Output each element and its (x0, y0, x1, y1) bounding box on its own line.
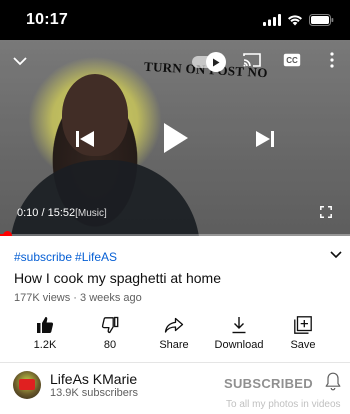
chevron-down-icon (330, 246, 342, 264)
save-label: Save (290, 339, 316, 351)
more-vertical-icon (330, 51, 334, 73)
chapter-label: [Music] (75, 208, 107, 219)
dislike-button[interactable]: 80 (80, 314, 140, 351)
minimize-button[interactable] (8, 52, 32, 72)
hashtags: #subscribe #LifeAS (14, 250, 120, 264)
download-button[interactable]: Download (209, 314, 269, 351)
avatar-badge (19, 379, 35, 390)
chevron-down-icon (13, 53, 27, 71)
thumbs-up-icon (36, 314, 54, 336)
download-label: Download (214, 339, 264, 351)
current-time: 0:10 (17, 207, 39, 219)
subscribed-button[interactable]: SUBSCRIBED (224, 376, 313, 391)
svg-text:CC: CC (286, 56, 298, 65)
save-playlist-icon (294, 314, 312, 336)
progress-scrubber[interactable] (3, 231, 12, 236)
dislike-count: 80 (103, 339, 117, 351)
signal-icon (263, 13, 281, 31)
wifi-icon (287, 13, 303, 31)
captions-button[interactable]: CC (280, 52, 304, 72)
channel-avatar[interactable] (13, 371, 41, 399)
share-button[interactable]: Share (144, 314, 204, 351)
autoplay-track (192, 52, 226, 72)
video-player[interactable]: TURN ON POST NO CC 0:10 / 15:52 [Music] (0, 40, 350, 236)
cast-icon (242, 52, 262, 73)
status-time: 10:17 (26, 11, 68, 28)
duration: 15:52 (47, 207, 76, 219)
channel-name[interactable]: LifeAs KMarie (50, 371, 137, 387)
video-title[interactable]: How I cook my spaghetti at home (14, 270, 221, 286)
time-separator: / (38, 207, 48, 219)
download-icon (231, 314, 247, 336)
like-count: 1.2K (33, 339, 57, 351)
autoplay-icon (206, 52, 226, 72)
fullscreen-icon (320, 205, 332, 223)
more-options-button[interactable] (322, 51, 342, 73)
hashtag-link[interactable]: #LifeAS (75, 250, 117, 264)
status-bar: 10:17 (0, 0, 350, 40)
time-display: 0:10 / 15:52 [Music] (17, 207, 107, 219)
like-button[interactable]: 1.2K (15, 314, 75, 351)
previous-video-button[interactable] (70, 126, 100, 156)
cc-icon: CC (283, 53, 301, 72)
progress-bar[interactable] (0, 234, 350, 236)
watermark-text: To all my photos in videos (226, 399, 341, 410)
bell-icon (325, 372, 341, 396)
action-bar: 1.2K 80 Share Download Save (0, 314, 350, 356)
cast-button[interactable] (240, 52, 264, 72)
hashtag-link[interactable]: #subscribe (14, 250, 72, 264)
thumbs-down-icon (101, 314, 119, 336)
autoplay-toggle[interactable] (191, 52, 226, 72)
subscriber-count: 13.9K subscribers (50, 387, 139, 399)
share-icon (164, 314, 184, 336)
play-icon (163, 122, 189, 159)
notifications-button[interactable] (323, 372, 343, 396)
expand-description-button[interactable] (328, 248, 344, 262)
play-button[interactable] (156, 118, 196, 162)
next-video-button[interactable] (250, 126, 280, 156)
video-meta: 177K views · 3 weeks ago (14, 292, 142, 304)
fullscreen-button[interactable] (316, 204, 336, 224)
skip-previous-icon (76, 130, 94, 152)
battery-icon (309, 13, 334, 31)
channel-row: LifeAs KMarie 13.9K subscribers SUBSCRIB… (0, 363, 350, 414)
skip-next-icon (256, 130, 274, 152)
save-button[interactable]: Save (273, 314, 333, 351)
share-label: Share (159, 339, 189, 351)
status-icons (263, 13, 334, 31)
